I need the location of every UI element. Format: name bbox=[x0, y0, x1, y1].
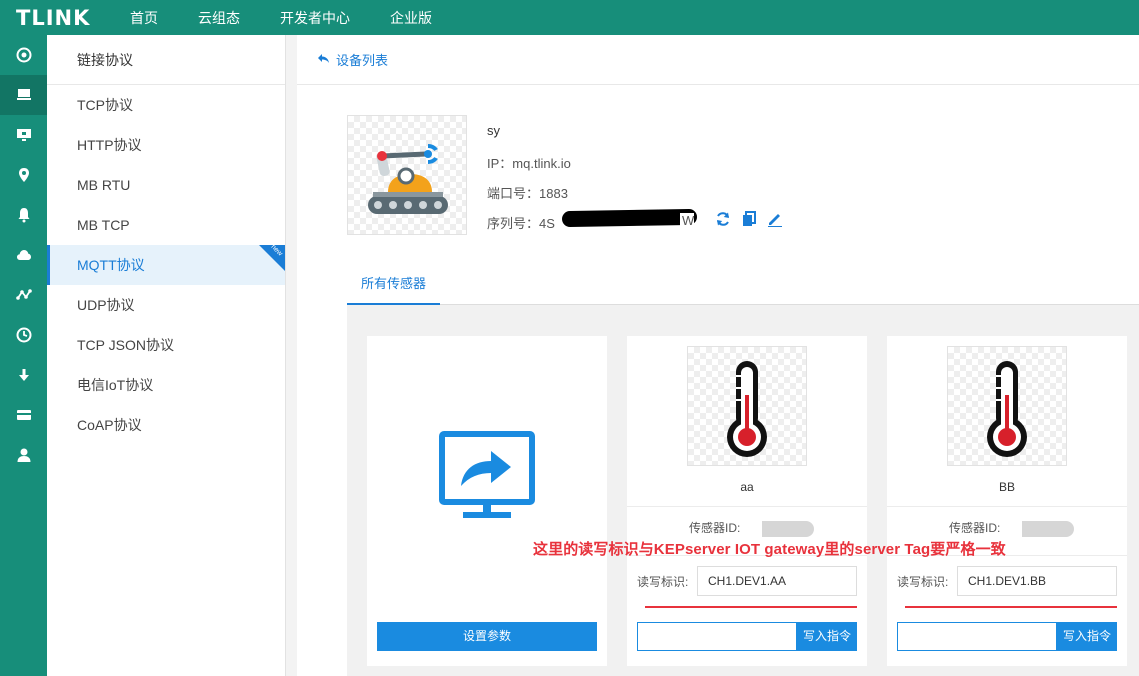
monitor-stand-icon[interactable] bbox=[0, 75, 47, 115]
annotation-underline bbox=[645, 606, 857, 608]
icon-sidebar bbox=[0, 35, 47, 676]
bell-icon[interactable] bbox=[0, 195, 47, 235]
copy-icon[interactable] bbox=[741, 211, 757, 227]
ip-label: IP： bbox=[487, 156, 513, 171]
tlink-logo[interactable]: TLINK bbox=[16, 6, 120, 30]
sensor-grid: 设置参数 aa 传感器ID: 读写标识: CH1.DEV1.AA 写入指令 BB… bbox=[347, 305, 1139, 676]
sensor-name: aa bbox=[740, 480, 754, 494]
topnav-enterprise[interactable]: 企业版 bbox=[390, 8, 432, 28]
divider bbox=[887, 506, 1127, 507]
target-icon[interactable] bbox=[0, 35, 47, 75]
thermometer-icon[interactable] bbox=[687, 346, 807, 466]
sidebar-item-tcp-json[interactable]: TCP JSON协议 bbox=[47, 325, 285, 365]
ip-value: mq.tlink.io bbox=[512, 156, 571, 171]
device-serial: 序列号：4S bbox=[487, 213, 555, 232]
serial-value: 4S bbox=[539, 216, 555, 231]
top-nav-menu: 首页 云组态 开发者中心 企业版 bbox=[120, 8, 472, 28]
serial-suffix: W bbox=[680, 213, 695, 228]
network-icon[interactable] bbox=[0, 275, 47, 315]
tab-all-sensors[interactable]: 所有传感器 bbox=[347, 267, 441, 305]
screen-icon[interactable] bbox=[0, 115, 47, 155]
settings-card: 设置参数 bbox=[367, 336, 607, 666]
sidebar-item-mb-rtu[interactable]: MB RTU bbox=[47, 165, 285, 205]
sensor-id-redaction bbox=[1022, 521, 1074, 537]
serial-label: 序列号： bbox=[487, 216, 540, 231]
annotation-text: 这里的读写标识与KEPserver IOT gateway里的server Ta… bbox=[533, 541, 1006, 558]
refresh-icon[interactable] bbox=[715, 211, 731, 227]
device-port: 端口号：1883 bbox=[487, 183, 568, 202]
sidebar-item-coap[interactable]: CoAP协议 bbox=[47, 405, 285, 445]
rw-tag-field[interactable]: CH1.DEV1.AA bbox=[697, 566, 857, 596]
thermometer-icon[interactable] bbox=[947, 346, 1067, 466]
sensor-name: BB bbox=[998, 480, 1015, 494]
sidebar-item-udp[interactable]: UDP协议 bbox=[47, 285, 285, 325]
write-command-button[interactable]: 写入指令 bbox=[797, 622, 857, 651]
location-pin-icon[interactable] bbox=[0, 155, 47, 195]
breadcrumb[interactable]: 设备列表 bbox=[297, 35, 1139, 85]
device-list-link[interactable]: 设备列表 bbox=[336, 50, 388, 69]
set-parameters-button[interactable]: 设置参数 bbox=[377, 622, 597, 651]
write-command-button[interactable]: 写入指令 bbox=[1057, 622, 1117, 651]
topnav-developer-center[interactable]: 开发者中心 bbox=[280, 8, 350, 28]
annotation-underline bbox=[905, 606, 1117, 608]
topnav-home[interactable]: 首页 bbox=[130, 8, 158, 28]
sensor-card: aa 传感器ID: 读写标识: CH1.DEV1.AA 写入指令 bbox=[627, 336, 867, 666]
sensor-id-label: 传感器ID: bbox=[949, 521, 1001, 535]
sidebar-item-mqtt[interactable]: MQTT协议 new bbox=[47, 243, 285, 285]
card-icon[interactable] bbox=[0, 395, 47, 435]
topnav-cloud-scada[interactable]: 云组态 bbox=[198, 8, 240, 28]
edit-icon[interactable] bbox=[767, 211, 783, 227]
sensor-card: BB 传感器ID: 读写标识: CH1.DEV1.BB 写入指令 bbox=[887, 336, 1127, 666]
command-input[interactable] bbox=[897, 622, 1057, 651]
sensor-tabs: 所有传感器 bbox=[347, 267, 1139, 305]
clock-icon[interactable] bbox=[0, 315, 47, 355]
protocol-sidebar: 链接协议 TCP协议 HTTP协议 MB RTU MB TCP MQTT协议 n… bbox=[47, 35, 286, 676]
command-input[interactable] bbox=[637, 622, 797, 651]
sidebar-item-label: MQTT协议 bbox=[77, 257, 145, 273]
sidebar-item-mb-tcp[interactable]: MB TCP bbox=[47, 205, 285, 245]
rw-tag-label: 读写标识: bbox=[637, 575, 689, 589]
main-panel: 设备列表 sy IP：mq.tlink.io 端口号：1883 序列号：4S W bbox=[297, 35, 1139, 676]
cloud-icon[interactable] bbox=[0, 235, 47, 275]
user-icon[interactable] bbox=[0, 435, 47, 475]
device-image[interactable] bbox=[347, 115, 467, 235]
top-navbar: TLINK 首页 云组态 开发者中心 企业版 bbox=[0, 0, 1139, 35]
device-ip: IP：mq.tlink.io bbox=[487, 153, 571, 172]
port-label: 端口号： bbox=[487, 186, 540, 201]
sidebar-title: 链接协议 bbox=[47, 35, 285, 85]
download-icon[interactable] bbox=[0, 355, 47, 395]
divider bbox=[627, 506, 867, 507]
sensor-id-redaction bbox=[762, 521, 814, 537]
sidebar-item-tcp[interactable]: TCP协议 bbox=[47, 85, 285, 125]
rw-tag-label: 读写标识: bbox=[897, 575, 949, 589]
sidebar-item-http[interactable]: HTTP协议 bbox=[47, 125, 285, 165]
sidebar-item-telecom-iot[interactable]: 电信IoT协议 bbox=[47, 365, 285, 405]
sensor-id-label: 传感器ID: bbox=[689, 521, 741, 535]
serial-redaction bbox=[561, 208, 698, 228]
port-value: 1883 bbox=[539, 186, 568, 201]
device-name: sy bbox=[487, 123, 500, 138]
rw-tag-field[interactable]: CH1.DEV1.BB bbox=[957, 566, 1117, 596]
back-arrow-icon[interactable] bbox=[317, 52, 330, 67]
share-screen-icon bbox=[439, 431, 535, 526]
